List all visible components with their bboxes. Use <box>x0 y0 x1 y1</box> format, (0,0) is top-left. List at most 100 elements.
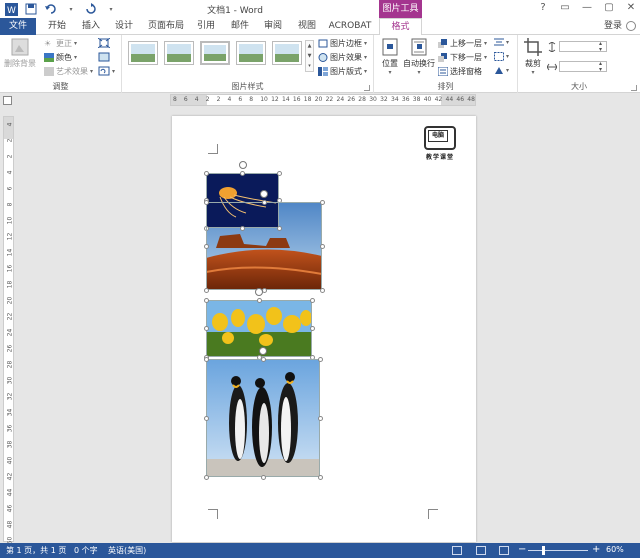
compress-pictures-button[interactable] <box>98 38 110 48</box>
position-button[interactable]: 位置 ▾ <box>378 38 402 76</box>
page-count[interactable]: 第 1 页，共 1 页 <box>6 545 66 556</box>
width-input[interactable] <box>559 61 607 73</box>
picture-style-5[interactable] <box>272 41 302 65</box>
resize-handle[interactable] <box>203 199 209 205</box>
picture-style-1[interactable] <box>128 41 158 65</box>
word-count[interactable]: 0 个字 <box>74 545 98 556</box>
picture-layout-button[interactable]: 图片版式 ▾ <box>318 66 367 77</box>
rotate-handle-icon[interactable] <box>259 347 267 355</box>
zoom-slider[interactable] <box>528 550 588 551</box>
help-icon[interactable]: ? <box>536 2 550 13</box>
picture-border-button[interactable]: 图片边框 ▾ <box>318 38 367 49</box>
resize-handle[interactable] <box>256 297 262 303</box>
tab-format[interactable]: 格式 <box>379 18 422 36</box>
resize-handle[interactable] <box>260 474 266 480</box>
zoom-out-icon[interactable]: − <box>518 544 526 555</box>
account-avatar[interactable] <box>626 21 636 31</box>
print-layout-icon[interactable] <box>476 546 486 555</box>
tab-insert[interactable]: 插入 <box>78 18 104 35</box>
horizontal-ruler[interactable]: 8 6 4 2 2 4 6 8 10 12 14 16 18 20 22 24 26 28 30 32 34 36 38 40… <box>170 94 476 106</box>
resize-handle[interactable] <box>203 170 209 176</box>
resize-handle[interactable] <box>240 225 245 231</box>
zoom-slider-thumb[interactable] <box>542 546 545 555</box>
rotate-handle-icon[interactable] <box>255 288 263 296</box>
resize-handle[interactable] <box>276 198 282 203</box>
resize-handle[interactable] <box>203 356 209 362</box>
rotate-button[interactable]: ▾ <box>494 66 509 75</box>
tab-home[interactable]: 开始 <box>44 18 70 35</box>
gallery-more-icon[interactable]: ▾ <box>308 63 311 69</box>
resize-handle[interactable] <box>260 356 266 362</box>
tab-design[interactable]: 设计 <box>111 18 137 35</box>
gallery-down-icon[interactable]: ▼ <box>308 53 312 59</box>
styles-gallery-scroll[interactable]: ▲ ▼ ▾ <box>305 40 314 72</box>
send-backward-button[interactable]: 下移一层 ▾ <box>438 52 487 63</box>
resize-handle[interactable] <box>203 415 209 421</box>
resize-handle[interactable] <box>203 474 209 480</box>
selection-pane-button[interactable]: 选择窗格 <box>438 66 482 77</box>
crop-button[interactable]: 裁剪 ▾ <box>521 38 545 76</box>
zoom-in-icon[interactable]: + <box>592 544 600 555</box>
tab-references[interactable]: 引用 <box>193 18 219 35</box>
resize-handle[interactable] <box>317 356 323 362</box>
resize-handle[interactable] <box>203 287 209 293</box>
web-layout-icon[interactable] <box>499 546 509 555</box>
picture-penguins[interactable] <box>206 359 320 477</box>
resize-handle[interactable] <box>319 243 325 249</box>
read-mode-icon[interactable] <box>452 546 462 555</box>
height-input[interactable] <box>559 41 607 53</box>
minimize-icon[interactable]: — <box>580 2 594 13</box>
resize-handle[interactable] <box>317 415 323 421</box>
size-launcher-icon[interactable] <box>631 85 637 91</box>
artistic-effects-button[interactable]: 艺术效果 ▾ <box>44 66 93 77</box>
picture-effects-button[interactable]: 图片效果 ▾ <box>318 52 367 63</box>
resize-handle[interactable] <box>309 326 315 331</box>
rotate-handle-icon[interactable] <box>238 161 247 169</box>
resize-handle[interactable] <box>203 297 209 303</box>
login-link[interactable]: 登录 <box>604 18 622 35</box>
ruler-tick-label: 44 <box>445 96 454 103</box>
tab-file[interactable]: 文件 <box>0 18 36 35</box>
picture-style-4[interactable] <box>236 41 266 65</box>
maximize-icon[interactable]: ▢ <box>602 2 616 13</box>
resize-handle[interactable] <box>203 326 209 331</box>
resize-handle[interactable] <box>309 297 315 303</box>
document-page[interactable]: 电脑 教学课堂 <box>172 116 476 542</box>
align-button[interactable]: ▾ <box>494 38 509 47</box>
resize-handle[interactable] <box>203 243 209 249</box>
color-button[interactable]: 颜色 ▾ <box>44 52 77 63</box>
language-indicator[interactable]: 英语(美国) <box>108 545 146 556</box>
tab-view[interactable]: 视图 <box>294 18 320 35</box>
wrap-text-button[interactable]: 自动换行 ▾ <box>402 38 436 76</box>
vertical-ruler[interactable]: 4 2 2 4 6 8 10 12 14 16 18 20 22 24 26 28 30 32 34 36 38 40 42… <box>3 116 14 544</box>
resize-handle[interactable] <box>276 170 282 176</box>
reset-picture-button[interactable]: ▾ <box>98 66 115 76</box>
picture-style-3[interactable] <box>200 41 230 65</box>
resize-handle[interactable] <box>276 225 282 231</box>
tab-mailings[interactable]: 邮件 <box>227 18 253 35</box>
change-picture-button[interactable] <box>98 52 110 62</box>
picture-styles-launcher-icon[interactable] <box>364 85 370 91</box>
tab-selector-button[interactable] <box>3 96 12 105</box>
gallery-up-icon[interactable]: ▲ <box>308 43 312 49</box>
group-objects-button[interactable]: ▾ <box>494 52 509 61</box>
rotate-handle-icon[interactable] <box>260 190 268 198</box>
picture-jellyfish[interactable] <box>206 173 279 228</box>
resize-handle[interactable] <box>240 170 245 176</box>
zoom-level[interactable]: 60% <box>606 545 624 554</box>
resize-handle[interactable] <box>203 225 209 231</box>
resize-handle[interactable] <box>309 354 315 360</box>
resize-handle[interactable] <box>319 287 325 293</box>
resize-handle[interactable] <box>317 474 323 480</box>
resize-handle[interactable] <box>261 199 267 205</box>
bring-forward-button[interactable]: 上移一层 ▾ <box>438 38 487 49</box>
remove-background-button[interactable]: 删除背景 <box>3 38 37 69</box>
close-icon[interactable]: ✕ <box>624 2 638 13</box>
tab-acrobat[interactable]: ACROBAT <box>328 18 372 35</box>
corrections-button[interactable]: ☀ 更正 ▾ <box>44 38 77 49</box>
tab-review[interactable]: 审阅 <box>260 18 286 35</box>
resize-handle[interactable] <box>319 199 325 205</box>
ribbon-display-icon[interactable]: ▭ <box>558 2 572 13</box>
tab-page-layout[interactable]: 页面布局 <box>146 18 186 35</box>
picture-style-2[interactable] <box>164 41 194 65</box>
